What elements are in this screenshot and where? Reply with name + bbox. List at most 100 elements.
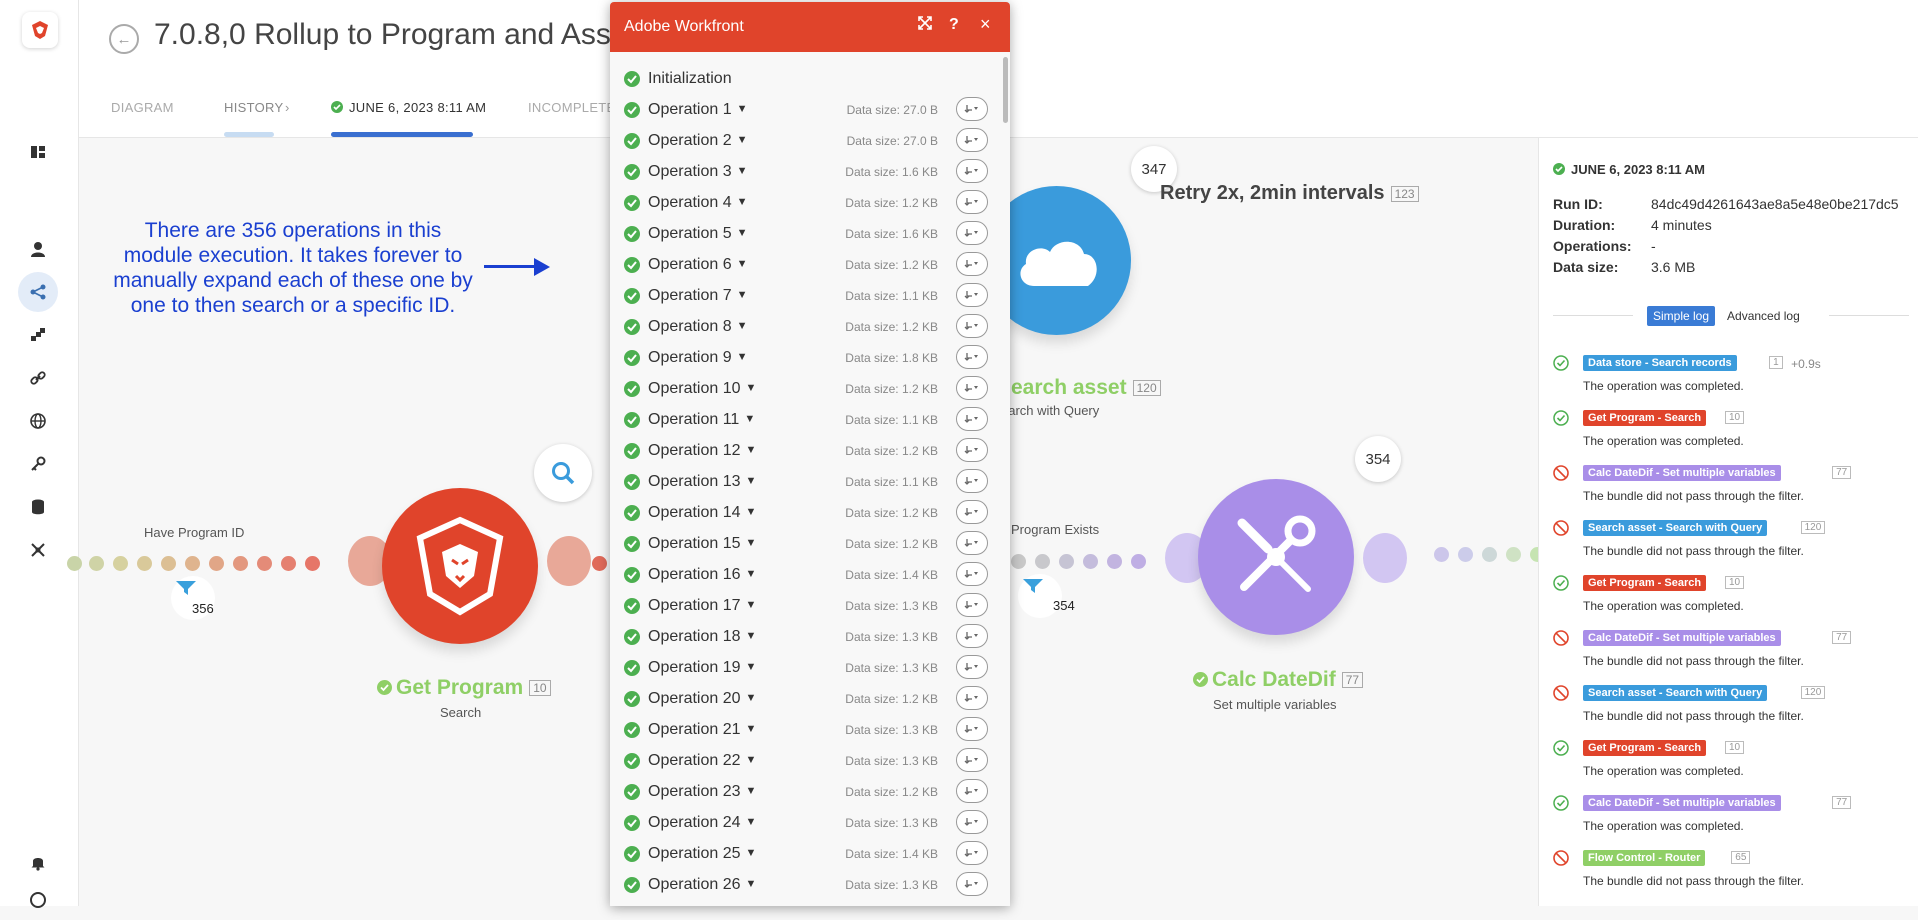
scenarios-share-icon[interactable] bbox=[18, 272, 58, 312]
download-icon[interactable] bbox=[956, 686, 988, 710]
tab-advanced-log[interactable]: Advanced log bbox=[1721, 306, 1806, 326]
operation-row[interactable]: Operation 18 ▼ Data size: 1.3 KB bbox=[610, 622, 998, 653]
help-icon[interactable] bbox=[18, 880, 58, 920]
operation-label[interactable]: Operation 20 ▼ bbox=[648, 690, 756, 708]
operation-row[interactable]: Operation 5 ▼ Data size: 1.6 KB bbox=[610, 219, 998, 250]
download-icon[interactable] bbox=[956, 500, 988, 524]
operation-label[interactable]: Operation 15 ▼ bbox=[648, 535, 756, 553]
module-get-program[interactable] bbox=[382, 488, 538, 644]
tab-incomplete[interactable]: INCOMPLETE bbox=[528, 100, 616, 115]
operation-row[interactable]: Operation 4 ▼ Data size: 1.2 KB bbox=[610, 188, 998, 219]
download-icon[interactable] bbox=[956, 407, 988, 431]
download-icon[interactable] bbox=[956, 314, 988, 338]
download-icon[interactable] bbox=[956, 655, 988, 679]
download-icon[interactable] bbox=[956, 97, 988, 121]
download-icon[interactable] bbox=[956, 376, 988, 400]
help-question-icon[interactable]: ? bbox=[949, 16, 959, 34]
operation-label[interactable]: Operation 18 ▼ bbox=[648, 628, 756, 646]
operation-row[interactable]: Operation 16 ▼ Data size: 1.4 KB bbox=[610, 560, 998, 591]
operation-label[interactable]: Operation 16 ▼ bbox=[648, 566, 756, 584]
operation-row[interactable]: Operation 10 ▼ Data size: 1.2 KB bbox=[610, 374, 998, 405]
dialog-scrollbar[interactable] bbox=[1003, 57, 1008, 123]
download-icon[interactable] bbox=[956, 159, 988, 183]
operation-label[interactable]: Operation 10 ▼ bbox=[648, 380, 756, 398]
download-icon[interactable] bbox=[956, 469, 988, 493]
module-get-program-name[interactable]: Get Program 10 bbox=[377, 676, 551, 700]
operation-row[interactable]: Operation 25 ▼ Data size: 1.4 KB bbox=[610, 839, 998, 870]
operation-row[interactable]: Operation 22 ▼ Data size: 1.3 KB bbox=[610, 746, 998, 777]
download-icon[interactable] bbox=[956, 841, 988, 865]
download-icon[interactable] bbox=[956, 190, 988, 214]
operation-label[interactable]: Operation 9 ▼ bbox=[648, 349, 748, 367]
initialization-row[interactable]: Initialization bbox=[610, 64, 998, 95]
operation-row[interactable]: Operation 19 ▼ Data size: 1.3 KB bbox=[610, 653, 998, 684]
operation-label[interactable]: Operation 5 ▼ bbox=[648, 225, 748, 243]
operation-label[interactable]: Operation 25 ▼ bbox=[648, 845, 756, 863]
operation-row[interactable]: Operation 13 ▼ Data size: 1.1 KB bbox=[610, 467, 998, 498]
operation-row[interactable]: Operation 2 ▼ Data size: 27.0 B bbox=[610, 126, 998, 157]
download-icon[interactable] bbox=[956, 345, 988, 369]
operation-row[interactable]: Operation 20 ▼ Data size: 1.2 KB bbox=[610, 684, 998, 715]
download-icon[interactable] bbox=[956, 283, 988, 307]
download-icon[interactable] bbox=[956, 748, 988, 772]
module-calc-datedif[interactable] bbox=[1198, 479, 1354, 635]
operation-label[interactable]: Operation 13 ▼ bbox=[648, 473, 756, 491]
operation-row[interactable]: Operation 1 ▼ Data size: 27.0 B bbox=[610, 95, 998, 126]
operation-row[interactable]: Operation 14 ▼ Data size: 1.2 KB bbox=[610, 498, 998, 529]
devices-tools-icon[interactable] bbox=[18, 530, 58, 570]
download-icon[interactable] bbox=[956, 531, 988, 555]
download-icon[interactable] bbox=[956, 779, 988, 803]
operation-row[interactable]: Operation 9 ▼ Data size: 1.8 KB bbox=[610, 343, 998, 374]
operation-row[interactable]: Operation 23 ▼ Data size: 1.2 KB bbox=[610, 777, 998, 808]
close-icon[interactable]: × bbox=[980, 14, 991, 35]
operation-label[interactable]: Operation 2 ▼ bbox=[648, 132, 748, 150]
tab-simple-log[interactable]: Simple log bbox=[1647, 306, 1716, 326]
operation-label[interactable]: Operation 1 ▼ bbox=[648, 101, 748, 119]
download-icon[interactable] bbox=[956, 810, 988, 834]
operation-label[interactable]: Operation 19 ▼ bbox=[648, 659, 756, 677]
brand-logo[interactable] bbox=[22, 12, 58, 48]
operation-label[interactable]: Operation 12 ▼ bbox=[648, 442, 756, 460]
operation-row[interactable]: Operation 17 ▼ Data size: 1.3 KB bbox=[610, 591, 998, 622]
operation-label[interactable]: Operation 3 ▼ bbox=[648, 163, 748, 181]
operation-row[interactable]: Operation 6 ▼ Data size: 1.2 KB bbox=[610, 250, 998, 281]
download-icon[interactable] bbox=[956, 872, 988, 896]
download-icon[interactable] bbox=[956, 438, 988, 462]
operation-label[interactable]: Operation 21 ▼ bbox=[648, 721, 756, 739]
team-icon[interactable] bbox=[18, 229, 58, 269]
operation-label[interactable]: Operation 22 ▼ bbox=[648, 752, 756, 770]
download-icon[interactable] bbox=[956, 562, 988, 586]
tab-history[interactable]: HISTORY bbox=[224, 100, 283, 115]
operation-label[interactable]: Operation 4 ▼ bbox=[648, 194, 748, 212]
operation-label[interactable]: Operation 8 ▼ bbox=[648, 318, 748, 336]
download-icon[interactable] bbox=[956, 221, 988, 245]
back-arrow-icon[interactable]: ← bbox=[109, 24, 139, 54]
download-icon[interactable] bbox=[956, 252, 988, 276]
operation-label[interactable]: Operation 24 ▼ bbox=[648, 814, 756, 832]
operation-label[interactable]: Operation 6 ▼ bbox=[648, 256, 748, 274]
operation-label[interactable]: Operation 7 ▼ bbox=[648, 287, 748, 305]
download-icon[interactable] bbox=[956, 624, 988, 648]
operation-row[interactable]: Operation 7 ▼ Data size: 1.1 KB bbox=[610, 281, 998, 312]
operation-label[interactable]: Operation 17 ▼ bbox=[648, 597, 756, 615]
operation-row[interactable]: Operation 24 ▼ Data size: 1.3 KB bbox=[610, 808, 998, 839]
download-icon[interactable] bbox=[956, 593, 988, 617]
operation-row[interactable]: Operation 11 ▼ Data size: 1.1 KB bbox=[610, 405, 998, 436]
operation-row[interactable]: Operation 15 ▼ Data size: 1.2 KB bbox=[610, 529, 998, 560]
templates-icon[interactable] bbox=[18, 315, 58, 355]
operation-label[interactable]: Operation 14 ▼ bbox=[648, 504, 756, 522]
connections-link-icon[interactable] bbox=[18, 358, 58, 398]
download-icon[interactable] bbox=[956, 128, 988, 152]
keys-icon[interactable] bbox=[18, 444, 58, 484]
tab-diagram[interactable]: DIAGRAM bbox=[111, 100, 174, 115]
operation-row[interactable]: Operation 12 ▼ Data size: 1.2 KB bbox=[610, 436, 998, 467]
download-icon[interactable] bbox=[956, 717, 988, 741]
operation-row[interactable]: Operation 3 ▼ Data size: 1.6 KB bbox=[610, 157, 998, 188]
notifications-bell-icon[interactable] bbox=[18, 842, 58, 882]
module-calc-datedif-name[interactable]: Calc DateDif 77 bbox=[1193, 668, 1364, 692]
search-bubble[interactable] bbox=[534, 444, 592, 502]
operation-row[interactable]: Operation 26 ▼ Data size: 1.3 KB bbox=[610, 870, 998, 901]
webhooks-globe-icon[interactable] bbox=[18, 401, 58, 441]
operation-label[interactable]: Operation 11 ▼ bbox=[648, 411, 755, 429]
module-search-asset-name[interactable]: earch asset 120 bbox=[1011, 376, 1161, 400]
